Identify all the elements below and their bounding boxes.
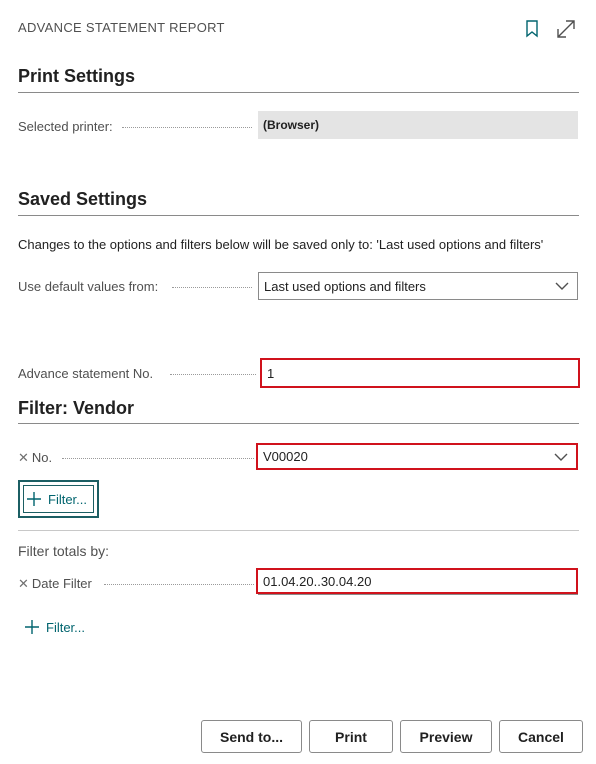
vendor-no-label-group: ✕ No.: [18, 450, 52, 466]
dotted-leader: [62, 458, 254, 459]
cancel-button[interactable]: Cancel: [499, 720, 583, 753]
page-title: ADVANCE STATEMENT REPORT: [18, 20, 225, 35]
date-filter-input[interactable]: 01.04.20..30.04.20: [256, 568, 578, 594]
chevron-down-icon: [555, 282, 569, 290]
chevron-down-icon: [554, 453, 568, 461]
print-button[interactable]: Print: [309, 720, 393, 753]
print-settings-heading: Print Settings: [18, 66, 136, 86]
vendor-no-value: V00020: [263, 449, 308, 464]
plus-icon: [27, 492, 41, 506]
vendor-no-input[interactable]: V00020: [256, 443, 578, 470]
remove-filter-icon[interactable]: ✕: [18, 450, 29, 465]
divider: [18, 92, 579, 93]
date-filter-label: Date Filter: [31, 576, 92, 591]
date-filter-label-group: ✕ Date Filter: [18, 576, 92, 592]
dotted-leader: [170, 374, 256, 375]
advance-statement-input[interactable]: 1: [260, 358, 580, 388]
bookmark-icon[interactable]: [521, 18, 543, 40]
dotted-leader: [172, 287, 252, 288]
field-underline: [258, 594, 578, 595]
dotted-leader: [122, 127, 252, 128]
send-to-button[interactable]: Send to...: [201, 720, 302, 753]
saved-settings-heading: Saved Settings: [18, 189, 148, 209]
add-date-filter-button[interactable]: Filter...: [24, 619, 85, 635]
selected-printer-field[interactable]: (Browser): [258, 111, 578, 139]
plus-icon: [25, 620, 39, 634]
expand-icon[interactable]: [555, 18, 577, 40]
add-date-filter-label: Filter...: [46, 619, 86, 635]
saved-settings-note: Changes to the options and filters below…: [18, 237, 544, 252]
use-default-label: Use default values from:: [18, 279, 159, 294]
advance-statement-label: Advance statement No.: [18, 366, 154, 381]
divider: [18, 215, 579, 216]
filter-totals-heading: Filter totals by:: [18, 543, 110, 559]
divider: [18, 423, 579, 424]
dotted-leader: [104, 584, 254, 585]
preview-button[interactable]: Preview: [400, 720, 492, 753]
use-default-select[interactable]: Last used options and filters: [258, 272, 578, 300]
divider: [18, 530, 579, 531]
add-vendor-filter-label: Filter...: [48, 491, 88, 507]
add-vendor-filter-button[interactable]: Filter...: [18, 480, 99, 518]
selected-printer-label: Selected printer:: [18, 119, 113, 134]
remove-filter-icon[interactable]: ✕: [18, 576, 29, 591]
use-default-value: Last used options and filters: [264, 278, 426, 294]
vendor-no-label: No.: [31, 450, 53, 465]
filter-vendor-heading: Filter: Vendor: [18, 398, 135, 418]
